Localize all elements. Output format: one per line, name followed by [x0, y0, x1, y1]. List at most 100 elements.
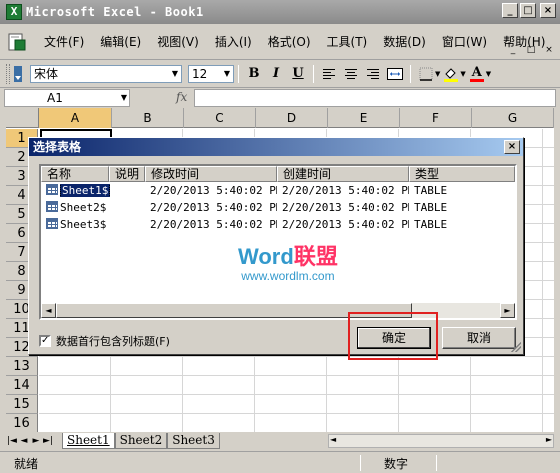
table-row[interactable]: Sheet1$ 2/20/2013 5:40:02 PM 2/20/2013 5…: [41, 182, 515, 199]
menu-view[interactable]: 视图(V): [149, 32, 207, 52]
column-header-created[interactable]: 创建时间: [277, 166, 409, 182]
next-sheet-button[interactable]: ►: [30, 436, 42, 446]
toolbar-options-icon[interactable]: [12, 65, 24, 83]
doc-close-button[interactable]: ×: [542, 44, 556, 57]
underline-button[interactable]: U: [289, 65, 307, 83]
sheet-tab-sheet1[interactable]: Sheet1: [62, 433, 115, 449]
last-sheet-button[interactable]: ►|: [42, 436, 54, 446]
bold-button[interactable]: B: [245, 65, 263, 83]
column-header-e[interactable]: E: [328, 108, 400, 128]
document-icon[interactable]: [6, 31, 28, 53]
prev-sheet-button[interactable]: ◄: [18, 436, 30, 446]
menu-bar: 文件(F) 编辑(E) 视图(V) 插入(I) 格式(O) 工具(T) 数据(D…: [0, 24, 560, 60]
created-time: 2/20/2013 5:40:02 PM: [282, 184, 409, 197]
sheet-tab-sheet2[interactable]: Sheet2: [114, 433, 168, 449]
select-all-corner[interactable]: [6, 108, 39, 128]
dialog-title: 选择表格: [33, 140, 82, 154]
row-header[interactable]: 15: [6, 395, 38, 414]
column-header-modified[interactable]: 修改时间: [145, 166, 277, 182]
menu-format[interactable]: 格式(O): [260, 32, 319, 52]
table-name-cell: Sheet3$: [41, 218, 145, 231]
menu-edit[interactable]: 编辑(E): [92, 32, 149, 52]
minimize-button[interactable]: _: [502, 3, 518, 18]
chevron-down-icon[interactable]: ▼: [486, 70, 491, 78]
table-type: TABLE: [414, 184, 448, 197]
table-name: Sheet2$: [60, 201, 107, 214]
chevron-down-icon[interactable]: ▼: [121, 90, 127, 106]
scroll-right-icon[interactable]: ►: [546, 435, 552, 444]
scroll-left-button[interactable]: ◄: [41, 303, 56, 318]
table-icon: [46, 184, 58, 195]
table-type: TABLE: [414, 201, 448, 214]
font-name-select[interactable]: 宋体 ▼: [30, 64, 182, 83]
toolbar-separator: [238, 64, 239, 83]
excel-app-icon[interactable]: X: [6, 4, 22, 20]
menu-tools[interactable]: 工具(T): [319, 32, 376, 52]
menu-file[interactable]: 文件(F): [36, 32, 92, 52]
chevron-down-icon[interactable]: ▼: [435, 70, 440, 78]
formula-bar: A1 ▼ fx: [0, 88, 560, 108]
menu-data[interactable]: 数据(D): [375, 32, 434, 52]
close-button[interactable]: ×: [540, 3, 556, 18]
italic-button[interactable]: I: [267, 65, 285, 83]
maximize-button[interactable]: □: [520, 3, 536, 18]
font-color-button[interactable]: A: [468, 65, 486, 83]
list-horizontal-scrollbar[interactable]: ◄ ►: [41, 303, 515, 318]
header-row-checkbox[interactable]: ✓: [39, 335, 51, 347]
header-row-checkbox-label[interactable]: 数据首行包含列标题(F): [56, 333, 170, 349]
table-row[interactable]: Sheet3$ 2/20/2013 5:40:02 PM 2/20/2013 5…: [41, 216, 515, 233]
scroll-right-button[interactable]: ►: [500, 303, 515, 318]
row-header[interactable]: 14: [6, 376, 38, 395]
row-header[interactable]: 16: [6, 414, 38, 432]
toolbar-grip[interactable]: [6, 63, 10, 84]
column-header-type[interactable]: 类型: [409, 166, 515, 182]
menu-window[interactable]: 窗口(W): [434, 32, 495, 52]
cancel-button[interactable]: 取消: [442, 327, 516, 349]
align-right-icon[interactable]: [364, 65, 382, 83]
fx-icon[interactable]: fx: [176, 90, 187, 104]
font-name-value: 宋体: [34, 67, 59, 81]
table-type: TABLE: [414, 218, 448, 231]
menu-insert[interactable]: 插入(I): [207, 32, 260, 52]
column-header-f[interactable]: F: [400, 108, 472, 128]
column-header-d[interactable]: D: [256, 108, 328, 128]
chevron-down-icon[interactable]: ▼: [460, 70, 465, 78]
name-box-value: A1: [47, 91, 63, 105]
font-color-swatch: [469, 78, 484, 82]
column-header-c[interactable]: C: [184, 108, 256, 128]
merge-center-icon[interactable]: [386, 65, 404, 83]
sheet-tab-bar: |◄ ◄ ► ►| Sheet1 Sheet2 Sheet3 ◄ ►: [6, 432, 554, 450]
resize-grip[interactable]: [511, 342, 521, 352]
table-name: Sheet3$: [60, 218, 107, 231]
horizontal-scrollbar[interactable]: ◄ ►: [328, 434, 554, 448]
font-size-select[interactable]: 12 ▼: [188, 64, 234, 83]
column-header-a[interactable]: A: [39, 108, 112, 128]
first-sheet-button[interactable]: |◄: [6, 436, 18, 446]
watermark-brand-prefix: Word: [238, 244, 294, 269]
row-header[interactable]: 13: [6, 357, 38, 376]
align-center-icon[interactable]: [342, 65, 360, 83]
formula-input[interactable]: [194, 89, 556, 107]
doc-restore-button[interactable]: □: [524, 44, 538, 57]
sheet-tab-sheet3[interactable]: Sheet3: [167, 433, 220, 449]
dialog-title-bar: 选择表格 ×: [29, 138, 523, 156]
column-header-b[interactable]: B: [112, 108, 184, 128]
status-bar: 就绪 数字: [0, 451, 560, 473]
fill-color-icon[interactable]: [442, 65, 460, 83]
table-list[interactable]: 名称 说明 修改时间 创建时间 类型 Sheet1$ 2/20/2013 5:4…: [39, 164, 517, 320]
name-box[interactable]: A1 ▼: [4, 89, 130, 107]
borders-icon[interactable]: [417, 65, 435, 83]
scroll-left-icon[interactable]: ◄: [330, 435, 336, 444]
column-header-description[interactable]: 说明: [109, 166, 145, 182]
align-left-icon[interactable]: [320, 65, 338, 83]
table-row[interactable]: Sheet2$ 2/20/2013 5:40:02 PM 2/20/2013 5…: [41, 199, 515, 216]
dialog-close-button[interactable]: ×: [504, 140, 520, 154]
column-header-name[interactable]: 名称: [41, 166, 109, 182]
font-size-value: 12: [192, 66, 208, 81]
column-header-g[interactable]: G: [472, 108, 554, 128]
watermark-brand-suffix: 联盟: [293, 244, 338, 269]
header-row-checkbox-row[interactable]: ✓ 数据首行包含列标题(F): [39, 333, 170, 349]
formatting-toolbar: 宋体 ▼ 12 ▼ B I U ▼ ▼ A ▼: [0, 60, 560, 88]
doc-minimize-button[interactable]: _: [506, 44, 520, 57]
ok-button[interactable]: 确定: [357, 327, 431, 349]
